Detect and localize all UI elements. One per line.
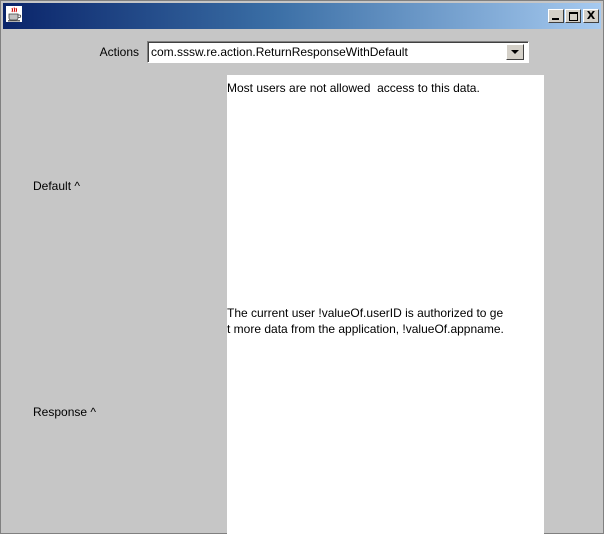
actions-dropdown[interactable]: com.sssw.re.action.ReturnResponseWithDef…	[147, 41, 529, 63]
actions-selected-value: com.sssw.re.action.ReturnResponseWithDef…	[151, 45, 408, 59]
close-button[interactable]: X	[583, 9, 599, 23]
chevron-down-icon	[511, 50, 519, 54]
title-bar[interactable]: X	[3, 3, 601, 29]
default-label: Default ^	[33, 179, 80, 193]
application-window: X Actions com.sssw.re.action.ReturnRespo…	[0, 0, 604, 535]
actions-row: Actions com.sssw.re.action.ReturnRespons…	[1, 41, 603, 65]
close-icon: X	[586, 9, 596, 22]
default-textarea[interactable]: Most users are not allowed access to thi…	[227, 75, 544, 295]
response-label: Response ^	[33, 405, 96, 419]
maximize-button[interactable]	[565, 9, 581, 23]
maximize-icon	[569, 12, 578, 21]
actions-dropdown-button[interactable]	[506, 44, 524, 60]
minimize-icon	[552, 18, 559, 20]
actions-label: Actions	[99, 45, 139, 59]
minimize-button[interactable]	[548, 9, 564, 23]
java-cup-icon[interactable]	[6, 6, 22, 22]
response-textarea[interactable]: The current user !valueOf.userID is auth…	[227, 295, 544, 535]
